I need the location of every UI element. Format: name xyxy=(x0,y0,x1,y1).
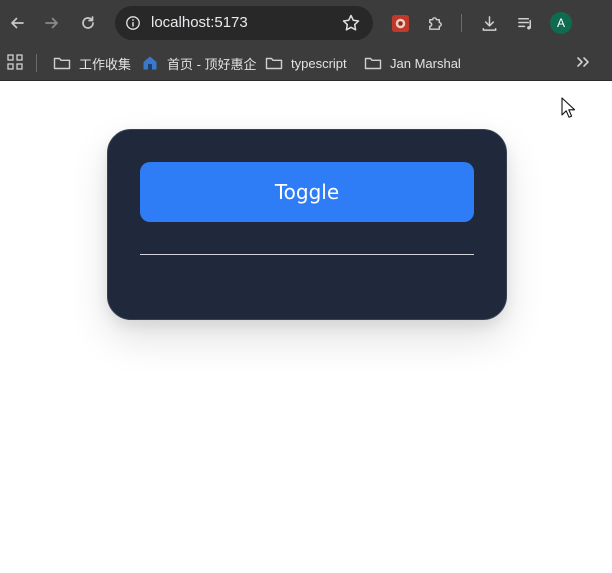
download-icon xyxy=(482,15,496,31)
bookmark-label: Jan Marshal xyxy=(390,55,461,71)
site-favicon-icon xyxy=(143,56,157,70)
forward-button[interactable] xyxy=(37,8,67,38)
profile-avatar[interactable]: A xyxy=(550,12,572,34)
media-control-icon xyxy=(517,17,531,29)
extension-app-button[interactable] xyxy=(389,12,411,34)
address-url[interactable]: localhost:5173 xyxy=(151,14,248,31)
site-info-button[interactable] xyxy=(121,11,145,35)
puzzle-icon xyxy=(428,16,442,30)
star-icon[interactable] xyxy=(341,13,361,33)
extensions-button[interactable] xyxy=(424,12,446,34)
bookmark-item[interactable]: 首页 - 顶好惠企 xyxy=(141,51,257,75)
bookmark-item[interactable]: typescript xyxy=(265,51,347,75)
address-bar[interactable]: localhost:5173 xyxy=(115,6,373,40)
bookmark-label: typescript xyxy=(291,55,347,71)
extension-app-icon xyxy=(391,14,409,32)
folder-icon xyxy=(53,57,71,70)
arrow-right-icon xyxy=(45,17,58,29)
chevron-double-right-icon[interactable] xyxy=(574,52,592,72)
bookmark-label: 首页 - 顶好惠企 xyxy=(167,56,257,72)
downloads-button[interactable] xyxy=(478,12,500,34)
toggle-card: Toggle xyxy=(107,129,507,320)
bookmarks-bar: 工作收集 首页 - 顶好惠企 typescript Jan Marshal xyxy=(0,46,612,81)
page-content: Toggle xyxy=(0,82,612,573)
folder-icon xyxy=(364,57,382,70)
bookmark-item[interactable]: Jan Marshal xyxy=(364,51,461,75)
arrow-left-icon xyxy=(11,17,24,29)
reload-button[interactable] xyxy=(73,8,103,38)
info-icon xyxy=(126,16,140,30)
bookmark-item[interactable]: 工作收集 xyxy=(53,51,131,75)
browser-toolbar: localhost:5173 A xyxy=(0,0,612,46)
folder-icon xyxy=(265,57,283,70)
divider-line xyxy=(140,254,474,255)
mouse-cursor-icon xyxy=(561,97,575,118)
reload-icon xyxy=(82,16,94,29)
back-button[interactable] xyxy=(2,8,32,38)
bookmark-label: 工作收集 xyxy=(79,56,132,72)
apps-grid-icon[interactable] xyxy=(6,53,24,71)
toolbar-separator xyxy=(461,14,462,32)
media-control-button[interactable] xyxy=(514,12,536,34)
bookmarks-separator xyxy=(36,54,37,72)
toggle-button[interactable]: Toggle xyxy=(140,162,474,222)
